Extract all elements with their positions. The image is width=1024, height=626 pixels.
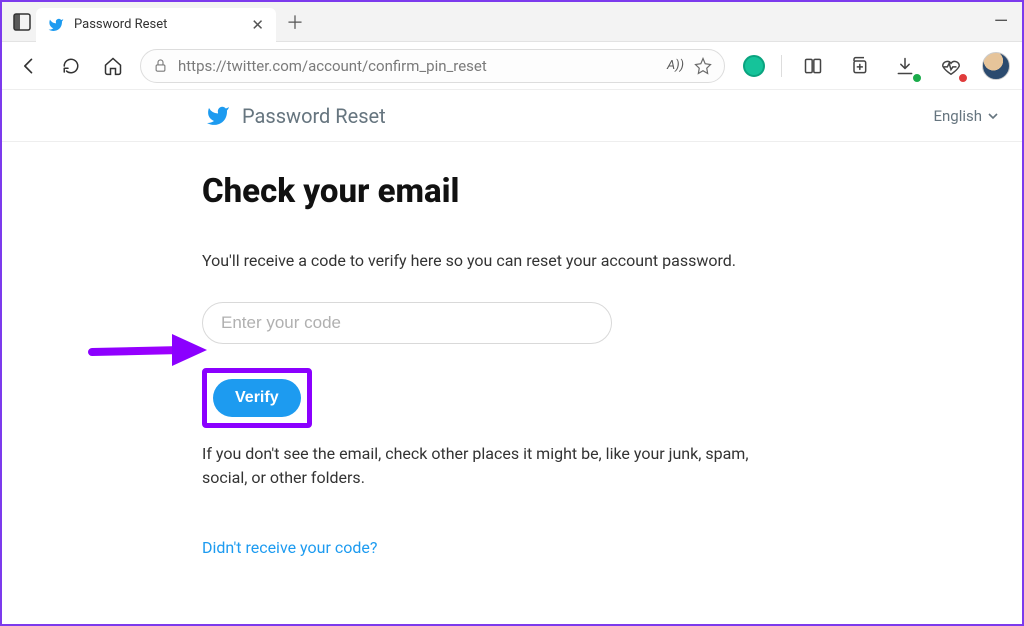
minimize-icon[interactable]: — — [994, 11, 1008, 32]
url-text: https://twitter.com/account/confirm_pin_… — [178, 57, 657, 75]
browser-titlebar: Password Reset ✕ ＋ — — [2, 2, 1022, 42]
address-bar[interactable]: https://twitter.com/account/confirm_pin_… — [140, 49, 725, 83]
back-button[interactable] — [14, 51, 44, 81]
page-header: Password Reset English — [2, 90, 1022, 142]
tab-actions-icon[interactable] — [8, 8, 36, 36]
downloads-icon[interactable] — [890, 51, 920, 81]
tab-title: Password Reset — [74, 17, 167, 32]
verify-highlight: Verify — [202, 368, 312, 428]
brand-title: Password Reset — [242, 104, 386, 128]
language-label: English — [933, 107, 982, 125]
new-tab-button[interactable]: ＋ — [276, 9, 314, 35]
collections-icon[interactable] — [844, 51, 874, 81]
main-content: Check your email You'll receive a code t… — [2, 142, 762, 557]
lock-icon — [153, 58, 168, 73]
read-aloud-icon[interactable]: A)) — [667, 58, 684, 73]
page-heading: Check your email — [202, 172, 762, 211]
twitter-logo-icon — [206, 104, 230, 128]
code-input[interactable] — [202, 302, 612, 344]
split-screen-icon[interactable] — [798, 51, 828, 81]
chevron-down-icon — [988, 111, 998, 121]
browser-tab[interactable]: Password Reset ✕ — [36, 8, 276, 42]
folder-note: If you don't see the email, check other … — [202, 442, 762, 490]
profile-avatar[interactable] — [982, 52, 1010, 80]
favorite-icon[interactable] — [694, 57, 712, 75]
verify-button[interactable]: Verify — [213, 379, 301, 417]
divider — [781, 55, 782, 77]
browser-health-icon[interactable] — [936, 51, 966, 81]
browser-toolbar: https://twitter.com/account/confirm_pin_… — [2, 42, 1022, 90]
brand: Password Reset — [206, 104, 386, 128]
close-tab-icon[interactable]: ✕ — [251, 16, 264, 34]
refresh-button[interactable] — [56, 51, 86, 81]
home-button[interactable] — [98, 51, 128, 81]
grammarly-icon[interactable] — [743, 55, 765, 77]
window-controls: — — [994, 11, 1022, 32]
language-selector[interactable]: English — [933, 107, 998, 125]
resend-code-link[interactable]: Didn't receive your code? — [202, 538, 377, 557]
page-subtext: You'll receive a code to verify here so … — [202, 251, 762, 270]
twitter-icon — [48, 17, 64, 33]
